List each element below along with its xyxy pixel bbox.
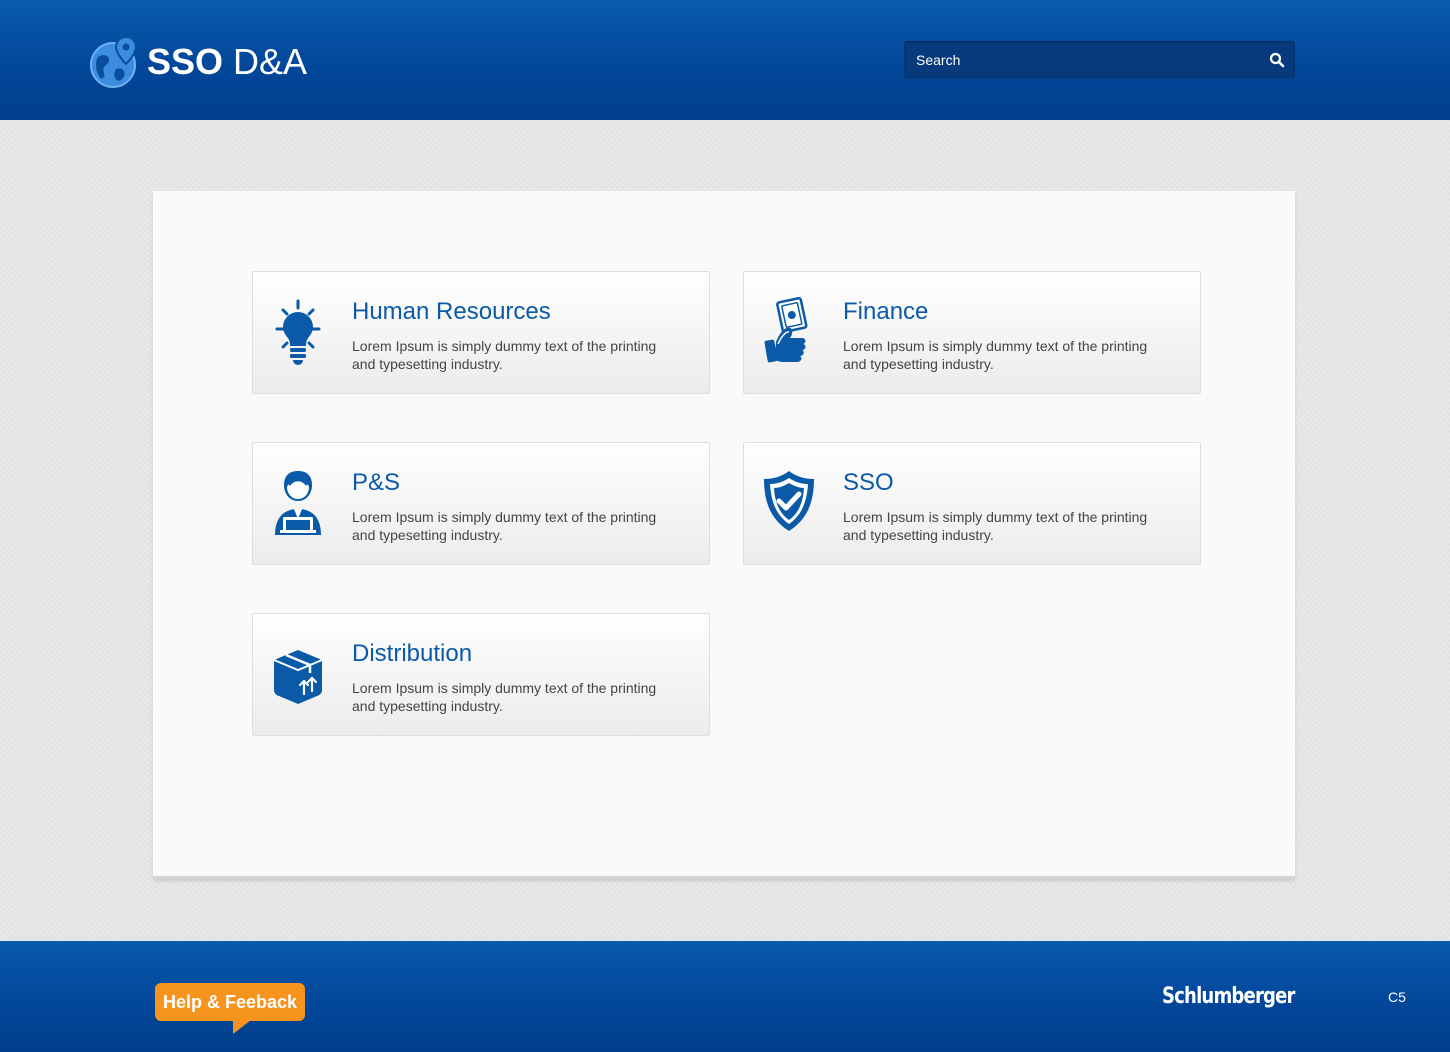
card-ps[interactable]: P&S Lorem Ipsum is simply dummy text of … — [252, 442, 710, 565]
card-human-resources[interactable]: Human Resources Lorem Ipsum is simply du… — [252, 271, 710, 394]
money-hand-icon — [758, 296, 820, 366]
help-feedback-button[interactable]: Help & Feeback — [155, 983, 306, 1034]
card-description: Lorem Ipsum is simply dummy text of the … — [352, 680, 657, 714]
card-description: Lorem Ipsum is simply dummy text of the … — [352, 509, 657, 543]
card-sso[interactable]: SSO Lorem Ipsum is simply dummy text of … — [743, 442, 1201, 565]
card-title: Distribution — [352, 640, 473, 667]
card-distribution[interactable]: Distribution Lorem Ipsum is simply dummy… — [252, 613, 710, 736]
version-label: C5 — [1388, 989, 1406, 1005]
card-title: Human Resources — [352, 298, 551, 325]
header: SSO D&A — [0, 0, 1450, 120]
globe-pin-icon — [90, 35, 138, 88]
search-box — [904, 41, 1295, 79]
brand-logo: Schlumberger — [1162, 984, 1295, 1009]
card-title: SSO — [843, 469, 894, 496]
card-finance[interactable]: Finance Lorem Ipsum is simply dummy text… — [743, 271, 1201, 394]
card-description: Lorem Ipsum is simply dummy text of the … — [352, 338, 657, 372]
lightbulb-icon — [267, 296, 329, 366]
box-icon — [267, 638, 329, 708]
shield-check-icon — [758, 467, 820, 537]
search-input[interactable] — [904, 41, 1254, 79]
logo-bold: SSO — [147, 41, 224, 82]
footer: Help & Feeback Schlumberger C5 — [0, 941, 1450, 1052]
main-panel: Human Resources Lorem Ipsum is simply du… — [153, 191, 1295, 879]
card-title: P&S — [352, 469, 401, 496]
search-icon[interactable] — [1269, 52, 1285, 68]
card-description: Lorem Ipsum is simply dummy text of the … — [843, 509, 1148, 543]
card-description: Lorem Ipsum is simply dummy text of the … — [843, 338, 1148, 372]
logo-light: D&A — [223, 41, 308, 82]
card-title: Finance — [843, 298, 929, 325]
logo-text: SSO D&A — [147, 34, 307, 90]
person-laptop-icon — [267, 467, 329, 537]
logo[interactable]: SSO D&A — [88, 34, 307, 90]
